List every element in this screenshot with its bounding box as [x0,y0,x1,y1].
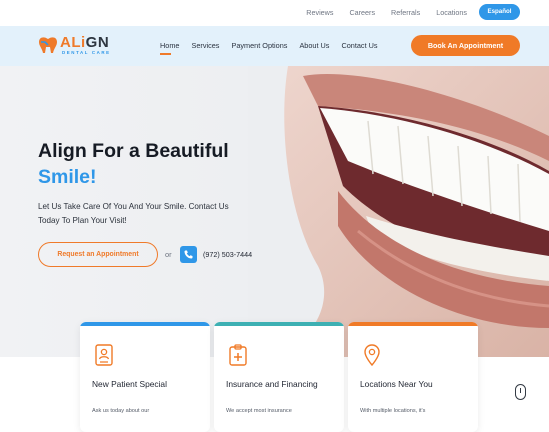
card-title: Insurance and Financing [226,379,318,389]
utility-link-careers[interactable]: Careers [349,8,375,17]
card-insurance-financing[interactable]: Insurance and Financing We accept most i… [214,322,344,432]
medical-clipboard-icon [229,344,247,366]
hero-headline: Align For a Beautiful Smile! [38,138,229,190]
card-description: With multiple locations, it's [360,408,426,414]
or-separator: or [165,250,172,259]
site-logo[interactable]: ALiGN DENTAL CARE [38,34,112,57]
main-navigation: ALiGN DENTAL CARE Home Services Payment … [0,26,549,66]
nav-item-payment-options[interactable]: Payment Options [231,41,287,50]
utility-link-referrals[interactable]: Referrals [391,8,420,17]
hero-lead-text: Let Us Take Care Of You And Your Smile. … [38,202,229,225]
hero-section: Align For a Beautiful Smile! Let Us Take… [0,66,549,357]
card-accent-bar [214,322,344,326]
phone-number-link[interactable]: (972) 503-7444 [203,250,252,259]
utility-link-locations[interactable]: Locations [436,8,467,17]
utility-links: Reviews Careers Referrals Locations [306,8,467,17]
card-locations-near-you[interactable]: Locations Near You With multiple locatio… [348,322,478,432]
nav-item-home[interactable]: Home [160,41,179,55]
scroll-mouse-icon[interactable] [515,384,526,400]
nav-menu: Home Services Payment Options About Us C… [160,41,378,55]
logo-wordmark: ALiGN [60,34,110,51]
nav-item-contact-us[interactable]: Contact Us [341,41,377,50]
card-new-patient-special[interactable]: New Patient Special Ask us today about o… [80,322,210,432]
card-title: New Patient Special [92,379,167,389]
tooth-logo-icon [39,37,57,53]
nav-item-services[interactable]: Services [191,41,219,50]
top-utility-bar: Reviews Careers Referrals Locations Espa… [0,0,549,26]
logo-tagline: DENTAL CARE [62,50,111,55]
card-accent-bar [348,322,478,326]
utility-link-reviews[interactable]: Reviews [306,8,333,17]
card-description: We accept most insurance [226,408,292,414]
phone-icon[interactable] [180,246,197,263]
card-description: Ask us today about our [92,408,150,414]
card-accent-bar [80,322,210,326]
id-card-icon [95,344,113,366]
hero-headline-accent: Smile! [38,166,97,188]
request-appointment-button[interactable]: Request an Appointment [38,242,158,267]
smile-hero-image [248,66,549,357]
location-pin-icon [364,344,380,366]
hero-headline-main: Align For a Beautiful [38,140,229,162]
language-button[interactable]: Español [479,4,520,20]
book-appointment-button[interactable]: Book An Appointment [411,35,520,56]
card-title: Locations Near You [360,379,433,389]
nav-item-about-us[interactable]: About Us [299,41,329,50]
